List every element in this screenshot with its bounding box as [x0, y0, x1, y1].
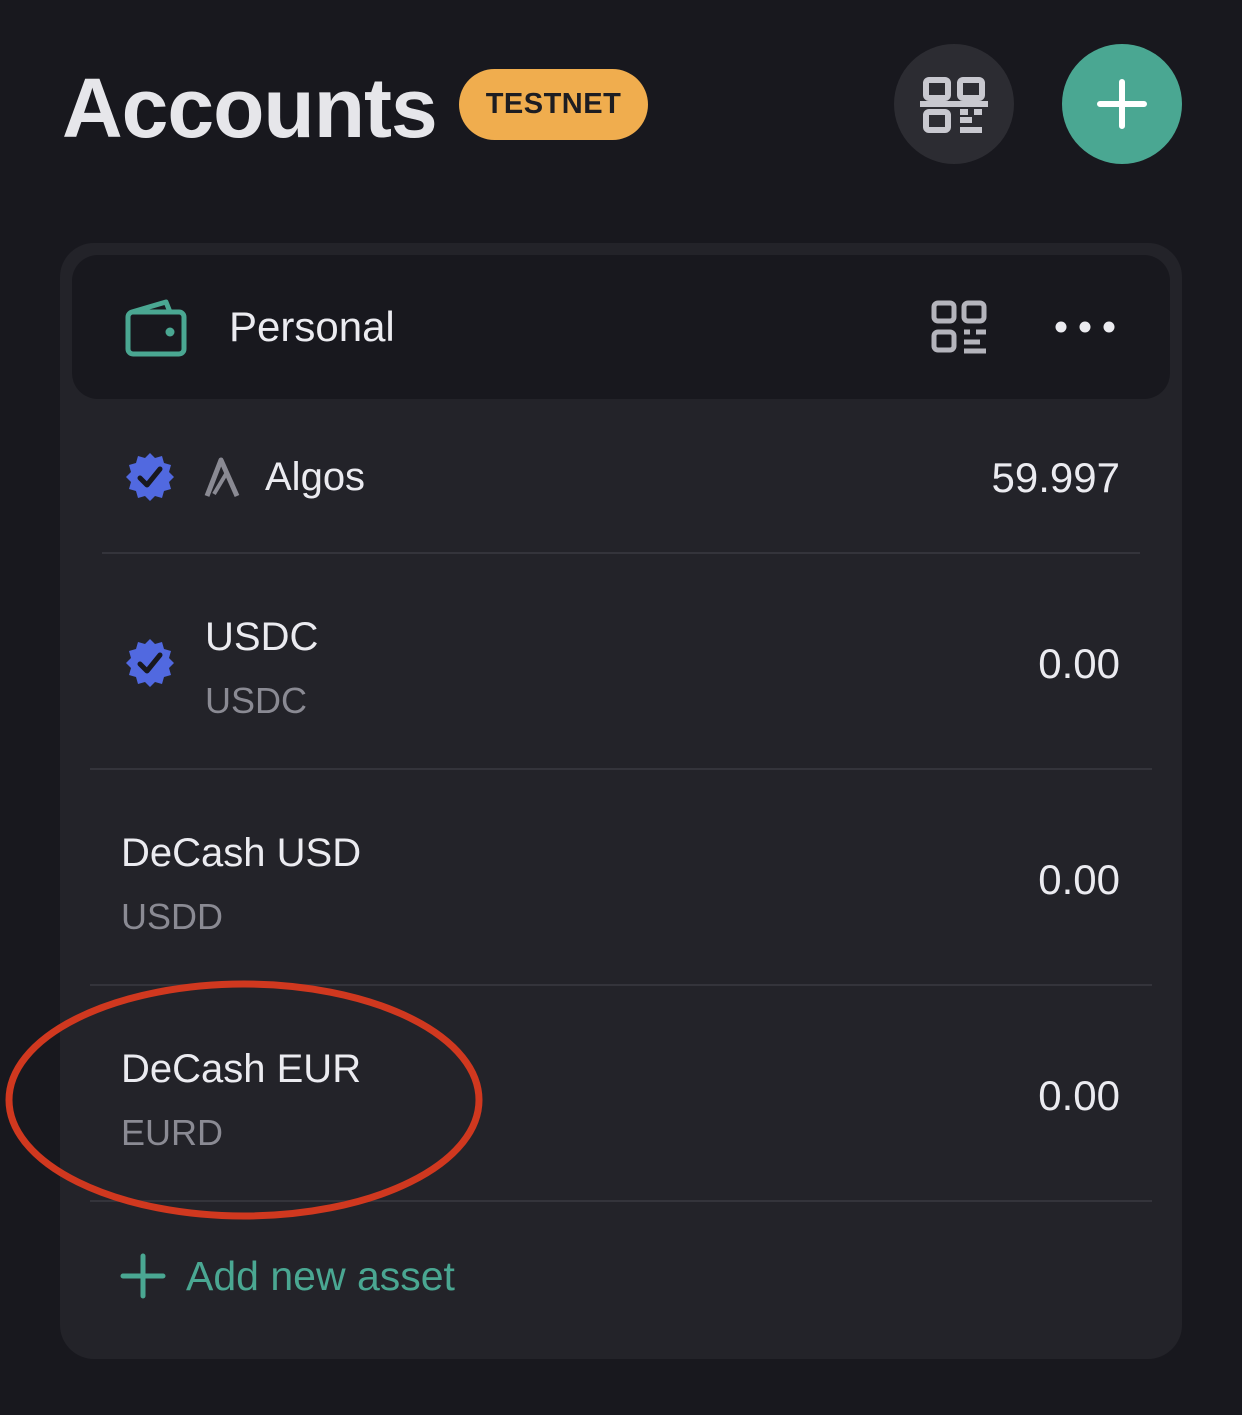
- asset-amount: 0.00: [1038, 1072, 1120, 1119]
- account-card: [60, 243, 1182, 1359]
- network-badge: TESTNET: [459, 69, 648, 140]
- scan-button[interactable]: [894, 44, 1014, 164]
- asset-amount: 59.997: [991, 454, 1120, 501]
- asset-name: DeCash EUR: [121, 1047, 362, 1091]
- asset-amount: 0.00: [1038, 856, 1120, 903]
- account-name: Personal: [229, 303, 395, 350]
- asset-amount: 0.00: [1038, 640, 1120, 687]
- algorand-logo-icon: [204, 457, 240, 498]
- scan-qr-icon: [920, 77, 988, 133]
- wallet-icon: [125, 299, 187, 357]
- accounts-screen: Accounts TESTNET Personal Algos 59.997 U…: [0, 0, 1242, 1415]
- asset-name: DeCash USD: [121, 831, 362, 875]
- plus-icon: [1097, 79, 1147, 129]
- more-dots-icon[interactable]: [1052, 316, 1118, 338]
- divider: [90, 984, 1152, 986]
- divider: [90, 1200, 1152, 1202]
- asset-unit: EURD: [121, 1112, 224, 1153]
- add-new-asset-button[interactable]: Add new asset: [120, 1248, 455, 1304]
- divider: [102, 552, 1140, 554]
- asset-name: USDC: [205, 615, 319, 659]
- asset-unit: USDD: [121, 896, 224, 937]
- asset-name: Algos: [265, 455, 366, 499]
- qr-code-icon[interactable]: [930, 299, 990, 355]
- verified-badge-icon: [126, 453, 174, 501]
- asset-unit: USDC: [205, 680, 308, 721]
- add-account-button[interactable]: [1062, 44, 1182, 164]
- plus-icon: [120, 1253, 166, 1299]
- add-new-asset-label: Add new asset: [186, 1253, 455, 1299]
- page-title: Accounts: [62, 61, 438, 155]
- verified-badge-icon: [126, 639, 174, 687]
- divider: [90, 768, 1152, 770]
